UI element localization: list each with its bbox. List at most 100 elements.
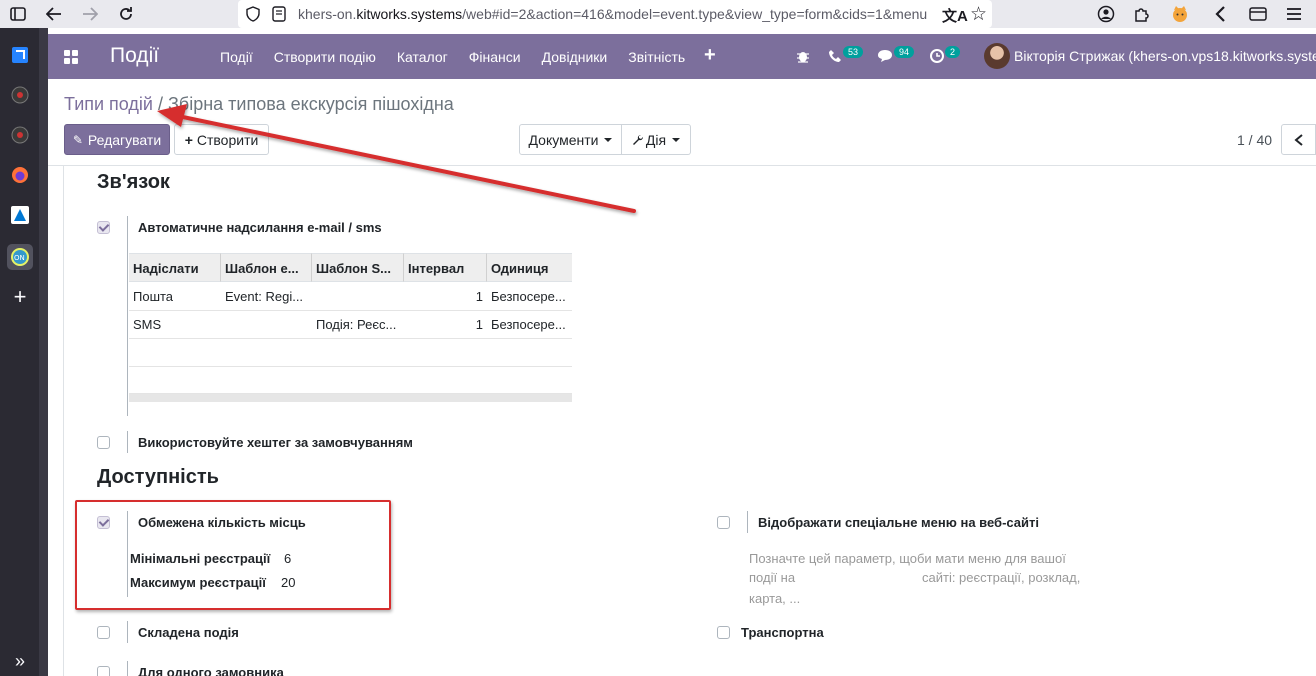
cat-extension-icon[interactable] [1168, 2, 1192, 26]
odoo-tab-icon[interactable]: ON [7, 244, 33, 270]
table-header-interval[interactable]: Інтервал [404, 253, 487, 282]
transport-checkbox[interactable] [717, 626, 730, 639]
breadcrumb-separator: / [158, 94, 164, 114]
url-prefix: khers-on. [298, 6, 357, 22]
breadcrumb-current: Збірна типова екскурсія пішохідна [168, 94, 454, 114]
user-menu[interactable]: Вікторія Стрижак (khers-on.vps18.kitwork… [1014, 48, 1316, 64]
field-divider [127, 661, 128, 676]
create-button[interactable]: + Створити [174, 124, 269, 155]
control-panel: Типи подій / Збірна типова екскурсія піш… [48, 79, 1316, 166]
back-icon[interactable] [42, 2, 66, 26]
website-menu-label: Відображати спеціальне меню на веб-сайті [758, 515, 1039, 530]
url-path: /web#id=2&action=416&model=event.type&vi… [462, 6, 928, 22]
reload-icon[interactable] [114, 2, 138, 26]
table-cell[interactable]: 1 [404, 311, 487, 339]
website-menu-help-line-2a: події на [749, 570, 796, 585]
app-title[interactable]: Події [110, 44, 159, 68]
single-customer-checkbox[interactable] [97, 666, 110, 676]
jira-icon[interactable] [7, 42, 33, 68]
expand-sidebar-icon[interactable]: » [7, 648, 33, 674]
messages-badge: 94 [894, 46, 915, 58]
table-cell[interactable]: 1 [404, 283, 487, 311]
field-divider [747, 511, 748, 533]
table-cell[interactable] [221, 311, 312, 339]
firefox-icon[interactable] [7, 162, 33, 188]
table-cell[interactable]: SMS [129, 311, 221, 339]
hashtag-checkbox[interactable] [97, 436, 110, 449]
app-wheel-icon[interactable] [7, 82, 33, 108]
window-icon[interactable] [1246, 2, 1270, 26]
avatar[interactable] [984, 43, 1010, 69]
phone-activity[interactable]: 53 [828, 46, 864, 66]
menu-icon[interactable] [1282, 2, 1306, 26]
table-cell[interactable]: Пошта [129, 283, 221, 311]
table-header-email-template[interactable]: Шаблон е... [221, 253, 312, 282]
table-scrollbar[interactable] [129, 394, 572, 402]
page-info-icon[interactable] [272, 6, 286, 25]
phone-badge: 53 [843, 46, 864, 58]
menu-catalog[interactable]: Каталог [397, 49, 448, 65]
messages-activity[interactable]: 94 [877, 46, 915, 66]
activities-badge: 2 [945, 46, 961, 58]
field-divider [127, 621, 128, 643]
account-icon[interactable] [1094, 2, 1118, 26]
bug-icon[interactable] [796, 46, 810, 66]
browser-toolbar: khers-on.kitworks.systems/web#id=2&actio… [0, 0, 1316, 28]
table-header-send[interactable]: Надіслати [129, 253, 221, 282]
menu-finance[interactable]: Фінанси [469, 49, 521, 65]
create-button-label: Створити [196, 131, 259, 148]
website-menu-help-line-2b: сайті: реєстрації, розклад, [922, 570, 1081, 585]
composite-event-label: Складена подія [138, 625, 239, 640]
table-cell[interactable]: Event: Regi... [221, 283, 312, 311]
apps-grid-icon[interactable] [62, 48, 80, 66]
website-menu-help-line-1: Позначте цей параметр, щоби мати меню дл… [749, 551, 1066, 566]
activities-activity[interactable]: 2 [930, 46, 961, 66]
menu-reporting[interactable]: Звітність [628, 49, 685, 65]
bookmark-star-icon[interactable]: ☆ [970, 3, 987, 26]
table-header-unit[interactable]: Одиниця [487, 253, 572, 282]
action-dropdown[interactable]: Дія [622, 124, 691, 155]
translate-icon[interactable]: 文A [942, 5, 968, 26]
breadcrumb: Типи подій / Збірна типова екскурсія піш… [64, 94, 454, 115]
add-panel-icon[interactable]: + [7, 284, 33, 310]
forward-icon[interactable] [78, 2, 102, 26]
chevron-left-icon [1293, 133, 1303, 146]
pager-previous-button[interactable] [1281, 124, 1316, 155]
table-cell[interactable]: Безпосере... [487, 283, 572, 311]
chat-icon [878, 50, 892, 62]
url-bar[interactable]: khers-on.kitworks.systems/web#id=2&actio… [238, 0, 992, 28]
mail-schedule-table: Надіслати Шаблон е... Шаблон S... Інтерв… [129, 253, 572, 402]
action-label: Дія [645, 131, 667, 148]
sidebar-toggle-icon[interactable] [6, 2, 30, 26]
auto-mail-checkbox[interactable] [97, 221, 110, 234]
composite-event-checkbox[interactable] [97, 626, 110, 639]
breadcrumb-event-types-link[interactable]: Типи подій [64, 94, 153, 114]
auto-mail-label: Автоматичне надсилання e-mail / sms [138, 220, 382, 235]
menu-create-event[interactable]: Створити подію [274, 49, 376, 65]
table-cell[interactable]: Подія: Реєс... [312, 311, 404, 339]
hashtag-label: Використовуйте хештег за замовчуванням [138, 435, 413, 450]
url-domain: kitworks.systems [356, 6, 463, 22]
app-wheel-icon-2[interactable] [7, 122, 33, 148]
pager-value[interactable]: 1 / 40 [1237, 132, 1272, 148]
menu-references[interactable]: Довідники [542, 49, 608, 65]
menu-events[interactable]: Події [220, 49, 253, 65]
table-cell[interactable]: Безпосере... [487, 311, 572, 339]
sidebar-divider [39, 28, 48, 676]
caret-down-icon [604, 137, 613, 142]
main-navbar: Події Події Створити подію Каталог Фінан… [48, 34, 1316, 79]
add-menu-icon[interactable]: + [704, 44, 716, 67]
phone-icon [829, 50, 841, 62]
shield-icon[interactable] [246, 6, 260, 25]
chevron-left-icon[interactable] [1208, 2, 1232, 26]
extensions-icon[interactable] [1130, 2, 1154, 26]
table-header-sms-template[interactable]: Шаблон S... [312, 253, 404, 282]
field-divider [127, 431, 128, 453]
documents-dropdown[interactable]: Документи [519, 124, 622, 155]
row-divider [129, 366, 572, 367]
table-cell[interactable] [312, 283, 404, 311]
section-title-availability: Доступність [97, 466, 219, 488]
website-menu-checkbox[interactable] [717, 516, 730, 529]
edit-button[interactable]: ✎ Редагувати [64, 124, 170, 155]
azure-icon[interactable] [7, 202, 33, 228]
